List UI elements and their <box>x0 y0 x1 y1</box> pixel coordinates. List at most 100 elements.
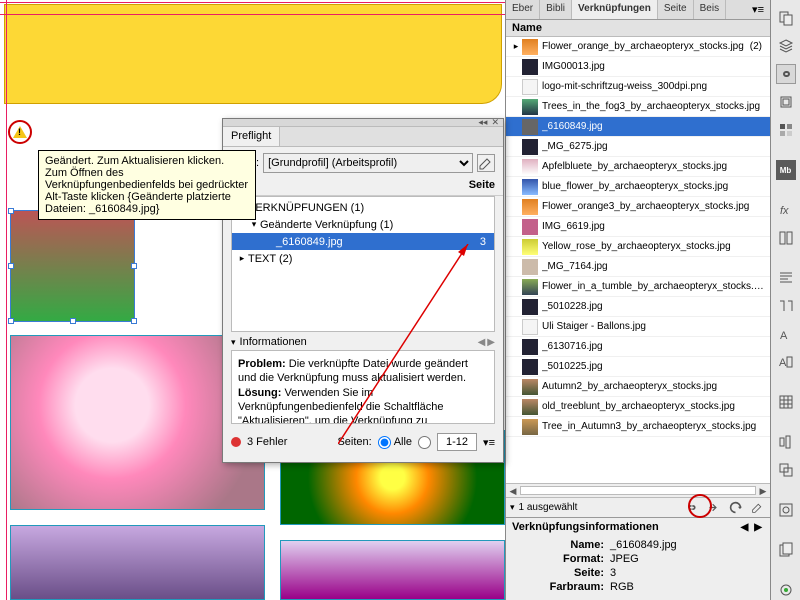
info-colorspace: RGB <box>610 581 764 593</box>
link-row[interactable]: logo-mit-schriftzug-weiss_300dpi.png <box>506 77 770 97</box>
pages-panel-icon[interactable] <box>776 8 796 28</box>
align-panel-icon[interactable] <box>776 432 796 452</box>
thumbnail-icon <box>522 359 538 375</box>
relink-icon[interactable] <box>682 500 700 516</box>
paragraph-styles-panel-icon[interactable] <box>776 296 796 316</box>
tab-preflight[interactable]: Preflight <box>223 127 280 146</box>
link-row[interactable]: _MG_6275.jpg <box>506 137 770 157</box>
prev-icon[interactable]: ◀ <box>739 522 751 533</box>
paragraph-panel-icon[interactable] <box>776 268 796 288</box>
link-row[interactable]: _6160849.jpg <box>506 117 770 137</box>
stroke-panel-icon[interactable] <box>776 92 796 112</box>
tree-node-links[interactable]: ▾VERKNÜPFUNGEN (1) <box>232 199 494 216</box>
link-row[interactable]: IMG_6619.jpg <box>506 217 770 237</box>
selected-count: 1 ausgewählt <box>519 502 678 513</box>
link-row[interactable]: blue_flower_by_archaeopteryx_stocks.jpg <box>506 177 770 197</box>
yellow-frame[interactable] <box>4 4 502 104</box>
link-row[interactable]: Trees_in_the_fog3_by_archaeopteryx_stock… <box>506 97 770 117</box>
profile-select[interactable]: [Grundprofil] (Arbeitsprofil) <box>263 153 473 173</box>
link-row[interactable]: Autumn2_by_archaeopteryx_stocks.jpg <box>506 377 770 397</box>
swatches-panel-icon[interactable] <box>776 120 796 140</box>
tab-links[interactable]: Verknüpfungen <box>572 0 658 19</box>
pages-range-field[interactable] <box>437 433 477 451</box>
link-row[interactable]: _6130716.jpg <box>506 337 770 357</box>
link-filename: logo-mit-schriftzug-weiss_300dpi.png <box>542 81 766 92</box>
tab-library[interactable]: Bibli <box>540 0 572 19</box>
guide-h <box>0 2 505 3</box>
link-filename: IMG00013.jpg <box>542 61 766 72</box>
preflight-panel[interactable]: ◂◂ ✕ Preflight Profil: [Grundprofil] (Ar… <box>222 118 504 463</box>
link-row[interactable]: Apfelbluete_by_archaeopteryx_stocks.jpg <box>506 157 770 177</box>
link-filename: IMG_6619.jpg <box>542 221 766 232</box>
tooltip: Geändert. Zum Aktualisieren klicken. Zum… <box>38 150 256 220</box>
link-filename: Trees_in_the_fog3_by_archaeopteryx_stock… <box>542 101 766 112</box>
link-row[interactable]: Flower_in_a_tumble_by_archaeopteryx_stoc… <box>506 277 770 297</box>
panel-tabs: Eber Bibli Verknüpfungen Seite Beis ▾≡ <box>506 0 770 20</box>
thumbnail-icon <box>522 299 538 315</box>
info-prev-icon[interactable]: ◀ <box>478 337 486 348</box>
pages-range-radio[interactable] <box>418 436 431 449</box>
links-hscroll[interactable]: ◀▶ <box>506 483 770 497</box>
tab-pages[interactable]: Seite <box>658 0 694 19</box>
panel-menu-icon[interactable]: ▾≡ <box>483 436 495 449</box>
library-panel-icon[interactable] <box>776 540 796 560</box>
table-panel-icon[interactable] <box>776 392 796 412</box>
edit-original-icon[interactable] <box>748 500 766 516</box>
col-page: Seite <box>445 179 495 191</box>
tab-layers[interactable]: Eber <box>506 0 540 19</box>
links-panel-icon[interactable] <box>776 64 796 84</box>
mini-bridge-icon[interactable]: Mb <box>776 160 796 180</box>
link-filename: Flower_in_a_tumble_by_archaeopteryx_stoc… <box>542 281 766 292</box>
right-tool-strip: Mb fx A A <box>770 0 800 600</box>
next-icon[interactable]: ▶ <box>752 522 764 533</box>
link-row[interactable]: Flower_orange3_by_archaeopteryx_stocks.j… <box>506 197 770 217</box>
preflight-panel-icon[interactable] <box>776 580 796 600</box>
link-filename: _5010228.jpg <box>542 301 766 312</box>
info-next-icon[interactable]: ▶ <box>487 337 495 348</box>
panel-menu-icon[interactable]: ▾≡ <box>746 0 770 19</box>
character-styles-panel-icon[interactable]: A <box>776 352 796 372</box>
image-frame[interactable] <box>280 540 505 600</box>
thumbnail-icon <box>522 179 538 195</box>
image-frame[interactable] <box>10 525 265 600</box>
link-row[interactable]: ▸Flower_orange_by_archaeopteryx_stocks.j… <box>506 37 770 57</box>
tree-node-file[interactable]: _6160849.jpg3 <box>232 233 494 250</box>
link-filename: blue_flower_by_archaeopteryx_stocks.jpg <box>542 181 766 192</box>
link-row[interactable]: Tree_in_Autumn3_by_archaeopteryx_stocks.… <box>506 417 770 437</box>
text-wrap-panel-icon[interactable] <box>776 500 796 520</box>
tree-node-changed[interactable]: ▾Geänderte Verknüpfung (1) <box>232 216 494 233</box>
link-filename: Apfelbluete_by_archaeopteryx_stocks.jpg <box>542 161 766 172</box>
profile-edit-icon[interactable] <box>477 154 495 172</box>
links-panel[interactable]: Eber Bibli Verknüpfungen Seite Beis ▾≡ N… <box>505 0 770 600</box>
thumbnail-icon <box>522 119 538 135</box>
update-link-icon[interactable] <box>726 500 744 516</box>
pathfinder-panel-icon[interactable] <box>776 460 796 480</box>
goto-link-icon[interactable] <box>704 500 722 516</box>
link-filename: old_treeblunt_by_archaeopteryx_stocks.jp… <box>542 401 766 412</box>
link-row[interactable]: Uli Staiger - Ballons.jpg <box>506 317 770 337</box>
effects-panel-icon[interactable]: fx <box>776 200 796 220</box>
link-row[interactable]: IMG00013.jpg <box>506 57 770 77</box>
preflight-info-box: Problem: Die verknüpfte Datei wurde geän… <box>231 350 495 424</box>
guide-v <box>6 0 7 600</box>
link-row[interactable]: _MG_7164.jpg <box>506 257 770 277</box>
panel-grip[interactable]: ◂◂ ✕ <box>223 119 503 127</box>
tree-node-text[interactable]: ▸TEXT (2) <box>232 250 494 267</box>
link-row[interactable]: _5010225.jpg <box>506 357 770 377</box>
thumbnail-icon <box>522 159 538 175</box>
link-row[interactable]: old_treeblunt_by_archaeopteryx_stocks.jp… <box>506 397 770 417</box>
info-name: _6160849.jpg <box>610 539 764 551</box>
preflight-error-tree[interactable]: ▾VERKNÜPFUNGEN (1) ▾Geänderte Verknüpfun… <box>231 196 495 332</box>
tab-sample[interactable]: Beis <box>694 0 726 19</box>
pages-all-radio[interactable]: Alle <box>378 436 412 449</box>
link-row[interactable]: Yellow_rose_by_archaeopteryx_stocks.jpg <box>506 237 770 257</box>
layers-panel-icon[interactable] <box>776 36 796 56</box>
character-panel-icon[interactable]: A <box>776 324 796 344</box>
thumbnail-icon <box>522 239 538 255</box>
link-row[interactable]: _5010228.jpg <box>506 297 770 317</box>
pages-label: Seiten: <box>337 436 371 448</box>
links-list[interactable]: ▸Flower_orange_by_archaeopteryx_stocks.j… <box>506 37 770 483</box>
object-styles-panel-icon[interactable] <box>776 228 796 248</box>
link-modified-warning-icon[interactable] <box>8 120 32 144</box>
image-frame-selected[interactable] <box>10 210 135 322</box>
